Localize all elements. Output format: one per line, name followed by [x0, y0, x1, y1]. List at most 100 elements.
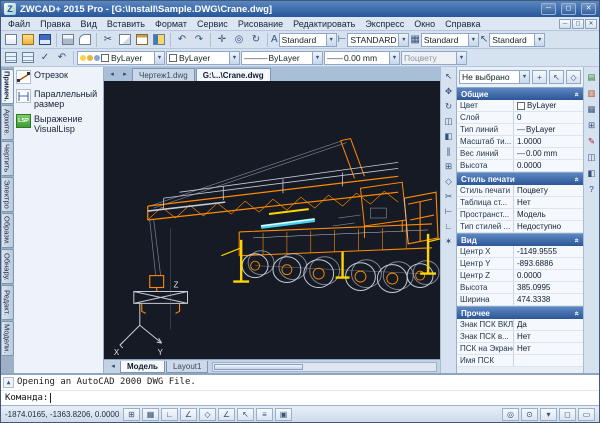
- palette-tab-dimension[interactable]: Образм.: [2, 213, 14, 248]
- tool-line[interactable]: Отрезок: [16, 70, 101, 84]
- mdi-restore-button[interactable]: ◻: [572, 19, 584, 29]
- prop-row-plotspace[interactable]: Пространст... Модель: [457, 209, 583, 221]
- prop-row-layer[interactable]: Слой 0: [457, 112, 583, 124]
- prop-value[interactable]: —0.00 mm: [514, 148, 583, 159]
- layer-manager-button[interactable]: [3, 50, 19, 66]
- lock-ui-button[interactable]: ⊙: [521, 408, 538, 421]
- design-center-button[interactable]: ▦: [585, 102, 599, 116]
- prop-row-lineweight[interactable]: Вес линий —0.00 mm: [457, 148, 583, 160]
- prop-row-plottable[interactable]: Таблица ст... Нет: [457, 197, 583, 209]
- layout-scroll-left-icon[interactable]: ◂: [107, 360, 119, 372]
- dropdown-arrow-icon[interactable]: ▼: [468, 34, 478, 46]
- tool-visuallisp-expression[interactable]: LSP Выражение VisualLisp: [16, 114, 101, 134]
- menu-edit[interactable]: Правка: [35, 17, 75, 30]
- prop-value[interactable]: Нет: [514, 197, 583, 208]
- prop-value[interactable]: Модель: [514, 209, 583, 220]
- prop-value[interactable]: Нет: [514, 343, 583, 354]
- prop-value[interactable]: Нет: [514, 331, 583, 342]
- doc-tab-drawing1[interactable]: Чертеж1.dwg: [132, 68, 195, 81]
- erase-button[interactable]: ◇: [442, 174, 456, 188]
- layout1-tab[interactable]: Layout1: [166, 361, 208, 373]
- toggle-pickadd-button[interactable]: +: [532, 70, 547, 84]
- prop-row-color[interactable]: Цвет ByLayer: [457, 100, 583, 112]
- scrollbar-thumb[interactable]: [214, 364, 303, 370]
- layer-combo[interactable]: ByLayer ▼: [77, 51, 165, 65]
- palette-tab-detect[interactable]: Обнару.: [2, 249, 14, 284]
- clean-screen-button[interactable]: ◻: [559, 408, 576, 421]
- quick-select-button[interactable]: ◇: [566, 70, 581, 84]
- prop-value[interactable]: 474.3338: [514, 294, 583, 305]
- prop-value[interactable]: ByLayer: [514, 100, 583, 111]
- cut-button[interactable]: ✂: [100, 32, 116, 48]
- dropdown-arrow-icon[interactable]: ▼: [534, 34, 544, 46]
- prop-value[interactable]: -893.6886: [514, 258, 583, 269]
- scale-list-button[interactable]: ▾: [540, 408, 557, 421]
- table-style-combo[interactable]: Standard ▼: [421, 33, 479, 47]
- zoom-button[interactable]: ◎: [231, 32, 247, 48]
- mdi-close-button[interactable]: ✕: [585, 19, 597, 29]
- text-style-combo[interactable]: Standard ▼: [279, 33, 337, 47]
- dropdown-arrow-icon[interactable]: ▼: [312, 52, 322, 64]
- section-view[interactable]: Вид «: [457, 233, 583, 246]
- prop-row-centery[interactable]: Центр Y -893.6886: [457, 258, 583, 270]
- expand-history-icon[interactable]: ▲: [3, 377, 14, 388]
- mirror-button[interactable]: ◧: [442, 129, 456, 143]
- prop-value[interactable]: Недоступно: [514, 221, 583, 232]
- collapse-icon[interactable]: «: [572, 177, 581, 181]
- lineweight-toggle[interactable]: ≡: [256, 408, 273, 421]
- polar-toggle[interactable]: ∠: [180, 408, 197, 421]
- redo-button[interactable]: ↷: [191, 32, 207, 48]
- move-button[interactable]: ✥: [442, 84, 456, 98]
- dim-style-combo[interactable]: STANDARD ▼: [347, 33, 409, 47]
- new-button[interactable]: [3, 32, 19, 48]
- orbit-button[interactable]: ↻: [248, 32, 264, 48]
- menu-express[interactable]: Экспресс: [360, 17, 409, 30]
- select-button[interactable]: ↖: [442, 69, 456, 83]
- dropdown-arrow-icon[interactable]: ▼: [389, 52, 399, 64]
- section-general[interactable]: Общие «: [457, 87, 583, 100]
- palette-tab-annotation[interactable]: Примеч.: [2, 69, 14, 104]
- copy-button[interactable]: [117, 32, 133, 48]
- collapse-icon[interactable]: «: [572, 238, 581, 242]
- extend-button[interactable]: ⊢: [442, 204, 456, 218]
- crane-wireframe-drawing[interactable]: Z X Y: [104, 81, 440, 359]
- palette-tab-modify[interactable]: Редакт.: [2, 285, 14, 320]
- trim-button[interactable]: ✂: [442, 189, 456, 203]
- print-button[interactable]: [60, 32, 76, 48]
- calculator-button[interactable]: ⊞: [585, 118, 599, 132]
- menu-insert[interactable]: Вставить: [102, 17, 150, 30]
- prop-value[interactable]: 0.0000: [514, 270, 583, 281]
- rotate-button[interactable]: ↻: [442, 99, 456, 113]
- tab-scroll-right-icon[interactable]: ▸: [119, 68, 131, 80]
- color-combo[interactable]: ByLayer ▼: [166, 51, 240, 65]
- menu-draw[interactable]: Рисование: [233, 17, 288, 30]
- menu-modify[interactable]: Редактировать: [288, 17, 360, 30]
- prop-row-ucsicon-on[interactable]: Знак ПСК ВКЛ Да: [457, 319, 583, 331]
- model-space-toggle[interactable]: ▣: [275, 408, 292, 421]
- layer-states-button[interactable]: [20, 50, 36, 66]
- snap-toggle[interactable]: ⊞: [123, 408, 140, 421]
- grid-toggle[interactable]: ▦: [142, 408, 159, 421]
- command-history[interactable]: ▲ Opening an AutoCAD 2000 DWG File.: [1, 375, 599, 391]
- mleader-style-combo[interactable]: Standard ▼: [489, 33, 545, 47]
- tab-scroll-left-icon[interactable]: ◂: [106, 68, 118, 80]
- linetype-combo[interactable]: ——— ByLayer ▼: [241, 51, 323, 65]
- help-palette-button[interactable]: ?: [585, 182, 599, 196]
- prop-row-linetype[interactable]: Тип линий —ByLayer: [457, 124, 583, 136]
- menu-window[interactable]: Окно: [409, 17, 440, 30]
- prop-row-centerz[interactable]: Центр Z 0.0000: [457, 270, 583, 282]
- prop-value[interactable]: 0.0000: [514, 160, 583, 171]
- horizontal-scrollbar[interactable]: [212, 362, 437, 372]
- palette-tab-electrical[interactable]: Электро: [2, 177, 14, 212]
- prop-value[interactable]: Поцвету: [514, 185, 583, 196]
- pan-button[interactable]: ✛: [214, 32, 230, 48]
- markup-button[interactable]: ✎: [585, 134, 599, 148]
- tool-parallel-dimension[interactable]: Параллельный размер: [16, 89, 101, 109]
- prop-value[interactable]: -1149.9555: [514, 246, 583, 257]
- paste-button[interactable]: [134, 32, 150, 48]
- prop-value[interactable]: 0: [514, 112, 583, 123]
- ortho-toggle[interactable]: ∟: [161, 408, 178, 421]
- palette-tab-architecture[interactable]: Архите.: [2, 105, 14, 140]
- prop-row-ucsicon-origin[interactable]: Знак ПСК в... Нет: [457, 331, 583, 343]
- prop-value[interactable]: —ByLayer: [514, 124, 583, 135]
